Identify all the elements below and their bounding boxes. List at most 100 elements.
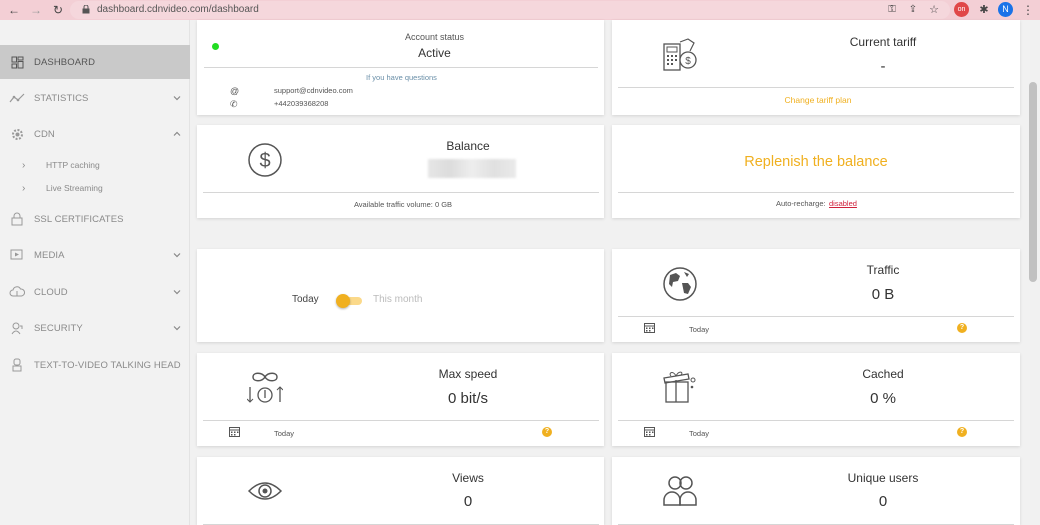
views-title: Views	[452, 471, 484, 485]
balance-value-redacted	[428, 159, 516, 178]
cached-value: 0 %	[870, 390, 896, 407]
statistics-icon	[9, 90, 25, 106]
sidebar-item-cdn[interactable]: CDN	[0, 117, 190, 151]
questions-label: If you have questions	[366, 73, 437, 82]
key-icon[interactable]: ⚿	[884, 2, 900, 18]
cached-card: Cached 0 % Today ?	[612, 353, 1020, 446]
sidebar-item-label: TEXT-TO-VIDEO TALKING HEAD	[34, 359, 181, 371]
sidebar-item-label: CDN	[34, 128, 55, 140]
sidebar-subitem-live-streaming[interactable]: › Live Streaming	[22, 178, 103, 198]
share-icon[interactable]: ⇪	[905, 2, 921, 18]
lock-icon	[82, 5, 90, 14]
auto-recharge-label: Auto-recharge:	[776, 199, 826, 208]
period-toggle-switch[interactable]	[336, 294, 362, 308]
cloud-icon	[9, 284, 25, 300]
sidebar-item-security[interactable]: SECURITY	[0, 311, 190, 345]
menu-dots-icon[interactable]: ⋮	[1020, 2, 1036, 18]
security-icon	[9, 320, 25, 336]
svg-text:$: $	[259, 150, 270, 172]
extension-icon[interactable]: on	[954, 2, 969, 17]
users-icon	[663, 476, 697, 506]
cdn-gear-icon	[9, 126, 25, 142]
sidebar-subitem-label: Live Streaming	[46, 183, 103, 193]
svg-text:$: $	[685, 56, 691, 67]
unique-users-title: Unique users	[847, 471, 919, 485]
puzzle-icon[interactable]: ✱	[976, 2, 992, 18]
max-speed-card: Max speed 0 bit/s Today ?	[197, 353, 604, 446]
sidebar-item-label: STATISTICS	[34, 92, 89, 104]
sidebar-item-ssl[interactable]: SSL CERTIFICATES	[0, 202, 190, 236]
help-icon[interactable]: ?	[542, 427, 552, 437]
profile-avatar[interactable]: N	[998, 2, 1013, 17]
page-scrollbar[interactable]	[1026, 20, 1040, 525]
forward-icon[interactable]: →	[28, 2, 44, 18]
back-icon[interactable]: ←	[6, 2, 22, 18]
current-tariff-title: Current tariff	[849, 35, 917, 49]
traffic-title: Traffic	[866, 263, 900, 277]
sidebar-item-label: CLOUD	[34, 286, 68, 298]
dashboard-icon	[9, 54, 25, 70]
auto-recharge-link[interactable]: disabled	[829, 199, 857, 208]
traffic-value: 0 B	[871, 286, 895, 303]
scrollbar-thumb[interactable]	[1029, 82, 1037, 282]
address-bar[interactable]: dashboard.cdnvideo.com/dashboard	[70, 1, 950, 19]
calculator-coins-icon: $	[663, 38, 697, 71]
max-speed-title: Max speed	[438, 367, 498, 381]
sidebar-item-label: MEDIA	[34, 249, 65, 261]
help-icon[interactable]: ?	[957, 427, 967, 437]
balance-title: Balance	[446, 139, 490, 153]
sidebar-item-media[interactable]: MEDIA	[0, 238, 190, 272]
sidebar-subitem-label: HTTP caching	[46, 160, 100, 170]
available-traffic: Available traffic volume: 0 GB	[353, 200, 453, 209]
lock-icon	[9, 211, 25, 227]
divider	[618, 420, 1014, 421]
chevron-up-icon	[173, 131, 181, 136]
views-card: Views 0	[197, 457, 604, 525]
divider	[618, 87, 1014, 88]
max-speed-value: 0 bit/s	[447, 390, 489, 407]
divider	[203, 192, 599, 193]
dollar-icon: $	[248, 143, 282, 177]
reload-icon[interactable]: ↻	[50, 2, 66, 18]
calendar-icon	[644, 427, 655, 437]
current-tariff-value: -	[880, 58, 886, 75]
chevron-down-icon	[173, 253, 181, 258]
support-phone[interactable]: +442039368208	[274, 99, 328, 108]
chevron-down-icon	[173, 290, 181, 295]
divider	[203, 420, 599, 421]
account-status-value: Active	[418, 46, 451, 60]
change-tariff-link[interactable]: Change tariff plan	[612, 95, 1024, 105]
current-tariff-card: $ Current tariff - Change tariff plan	[612, 20, 1020, 115]
balance-card: $ Balance Available traffic volume: 0 GB	[197, 125, 604, 218]
sidebar-item-dashboard[interactable]: DASHBOARD	[0, 45, 190, 79]
account-status-title: Account status	[404, 32, 465, 42]
talking-head-icon	[9, 357, 25, 373]
bookmark-star-icon[interactable]: ☆	[926, 2, 942, 18]
browser-toolbar: ← → ↻ dashboard.cdnvideo.com/dashboard ⚿…	[0, 0, 1040, 20]
sidebar-item-label: SSL CERTIFICATES	[34, 213, 124, 225]
divider	[618, 316, 1014, 317]
replenish-card: Replenish the balance Auto-recharge: dis…	[612, 125, 1020, 218]
support-email[interactable]: support@cdnvideo.com	[274, 86, 353, 95]
phone-icon: ✆	[230, 99, 238, 109]
max-speed-period: Today	[274, 429, 295, 438]
sidebar-item-label: DASHBOARD	[34, 56, 96, 68]
sidebar-subitem-http-caching[interactable]: › HTTP caching	[22, 155, 100, 175]
unique-users-value: 0	[878, 493, 888, 510]
replenish-button[interactable]: Replenish the balance	[612, 154, 1020, 170]
chevron-right-icon: ›	[22, 159, 26, 171]
toggle-label-today: Today	[292, 294, 319, 305]
help-icon[interactable]: ?	[957, 323, 967, 333]
sidebar-item-label: SECURITY	[34, 322, 83, 334]
sidebar-item-cloud[interactable]: CLOUD	[0, 275, 190, 309]
toggle-label-month: This month	[373, 294, 423, 305]
sidebar-item-statistics[interactable]: STATISTICS	[0, 81, 190, 115]
url-text: dashboard.cdnvideo.com/dashboard	[97, 4, 259, 15]
views-value: 0	[463, 493, 473, 510]
traffic-card: Traffic 0 B Today ?	[612, 249, 1020, 342]
chevron-down-icon	[173, 96, 181, 101]
divider	[618, 192, 1014, 193]
sidebar-item-talking-head[interactable]: TEXT-TO-VIDEO TALKING HEAD	[0, 348, 190, 382]
cached-title: Cached	[862, 367, 904, 381]
globe-icon	[663, 267, 697, 301]
